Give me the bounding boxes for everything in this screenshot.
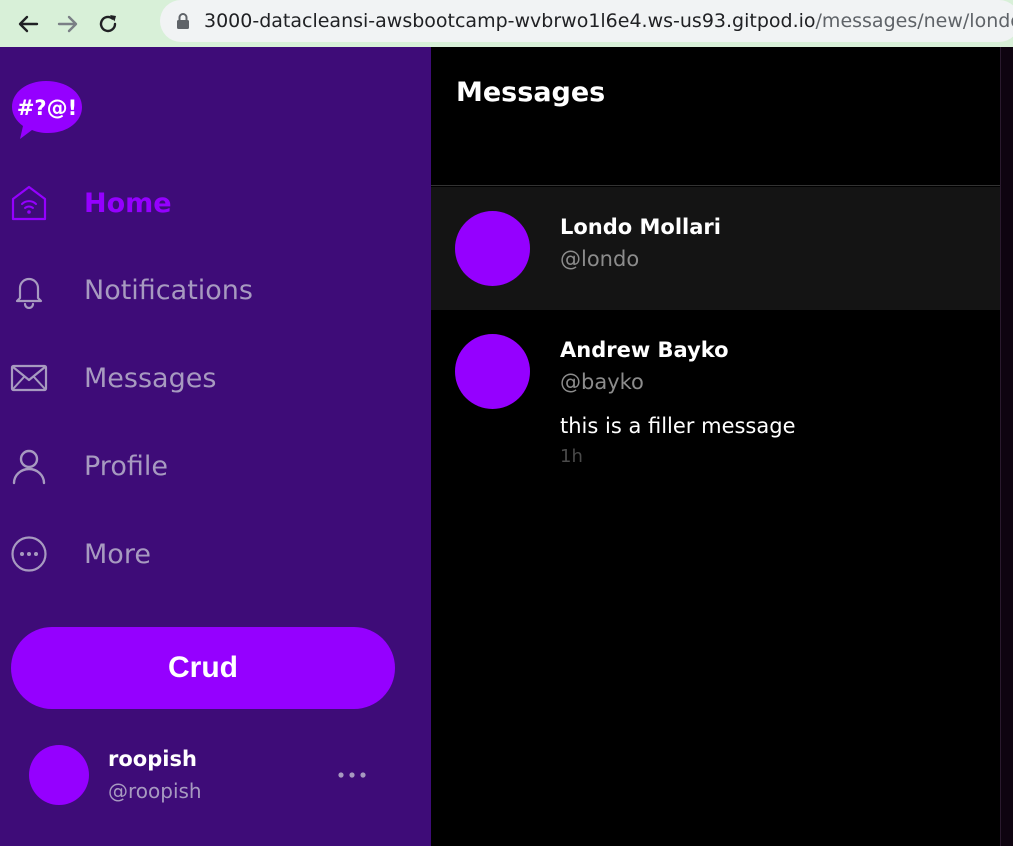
message-group-item[interactable]: Londo Mollari @londo — [431, 187, 1000, 310]
ellipsis-icon — [338, 772, 366, 778]
sidebar-item-label: More — [84, 538, 151, 570]
sidebar: #?@! Home Notifications Messages Profile… — [0, 47, 431, 846]
messages-header: Messages — [431, 47, 1000, 186]
message-group-name: Londo Mollari — [560, 215, 721, 239]
profile-name: roopish — [108, 747, 197, 771]
message-group-item[interactable]: Andrew Bayko @bayko this is a filler mes… — [431, 310, 1000, 490]
message-group-name: Andrew Bayko — [560, 338, 729, 362]
reload-button[interactable] — [88, 4, 128, 44]
sidebar-item-messages[interactable]: Messages — [0, 348, 431, 408]
address-bar[interactable]: 3000-datacleansi-awsbootcamp-wvbrwo1l6e4… — [160, 0, 1013, 42]
panel-divider — [1000, 47, 1013, 846]
svg-text:#?@!: #?@! — [17, 96, 77, 120]
url-path: /messages/new/londo — [815, 10, 1013, 32]
sidebar-item-label: Profile — [84, 450, 168, 482]
browser-toolbar: 3000-datacleansi-awsbootcamp-wvbrwo1l6e4… — [0, 0, 1013, 47]
sidebar-item-label: Home — [84, 187, 172, 219]
logo-icon: #?@! — [12, 81, 82, 139]
arrow-right-icon — [57, 15, 78, 32]
sidebar-item-profile[interactable]: Profile — [0, 436, 431, 496]
back-button[interactable] — [8, 4, 48, 44]
page-title: Messages — [456, 77, 606, 108]
url-host: 3000-datacleansi-awsbootcamp-wvbrwo1l6e4… — [204, 10, 816, 32]
reload-icon — [99, 14, 117, 32]
avatar — [455, 334, 530, 409]
home-icon — [10, 184, 48, 222]
sidebar-item-more[interactable]: More — [0, 524, 431, 584]
sidebar-item-label: Messages — [84, 362, 217, 394]
message-preview: this is a filler message — [560, 414, 796, 438]
forward-button[interactable] — [48, 4, 88, 44]
message-group-handle: @londo — [560, 247, 640, 271]
more-circle-icon — [10, 535, 48, 573]
sidebar-item-label: Notifications — [84, 274, 253, 306]
crud-button[interactable]: Crud — [11, 627, 395, 709]
more-options-button[interactable] — [334, 761, 370, 789]
messages-panel: Messages Londo Mollari @londo Andrew Bay… — [431, 47, 1000, 846]
profile-card[interactable]: roopish @roopish — [0, 737, 431, 817]
arrow-left-icon — [18, 15, 39, 32]
app-logo[interactable]: #?@! — [12, 79, 84, 141]
avatar — [29, 745, 89, 805]
lock-icon — [176, 13, 190, 29]
message-group-handle: @bayko — [560, 370, 644, 394]
avatar — [455, 211, 530, 286]
user-icon — [10, 447, 48, 485]
sidebar-item-home[interactable]: Home — [0, 173, 431, 233]
envelope-icon — [10, 359, 48, 397]
sidebar-item-notifications[interactable]: Notifications — [0, 260, 431, 320]
bell-icon — [10, 271, 48, 309]
message-timestamp: 1h — [560, 446, 583, 467]
profile-handle: @roopish — [108, 779, 202, 803]
